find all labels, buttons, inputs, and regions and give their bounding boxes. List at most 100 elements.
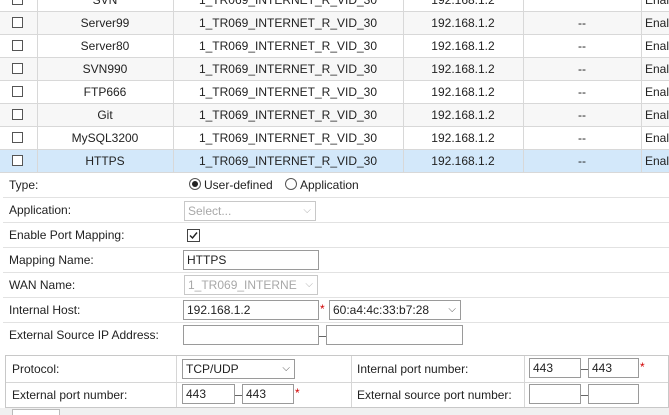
internal-host-mac-select[interactable]: 60:a4:4c:33:b7:28 ⌵ [329,300,461,320]
row-checkbox[interactable] [12,132,23,143]
divider [524,356,525,407]
required-star: * [640,360,645,374]
internal-host-row: Internal Host: 192.168.1.2 * 60:a4:4c:33… [3,298,669,323]
row-enable: Enal [645,154,669,168]
row-enable: Enal [645,0,669,7]
wan-name-label: WAN Name: [9,278,76,292]
type-user-defined-label[interactable]: User-defined [204,173,273,197]
row-checkbox[interactable] [12,155,23,166]
protocol-label: Protocol: [12,362,60,376]
required-star: * [295,386,300,400]
table-row[interactable]: MySQL3200 1_TR069_INTERNET_R_VID_30 192.… [0,127,669,150]
row-enable: Enal [645,108,669,122]
external-source-port-label: External source port number: [357,388,512,402]
row-name: MySQL3200 [37,127,174,149]
checkmark-icon [189,232,198,240]
internal-host-input[interactable]: 192.168.1.2 [183,300,319,320]
table-row[interactable]: Server80 1_TR069_INTERNET_R_VID_30 192.1… [0,35,669,58]
application-row: Application: Select... ⌵ [3,198,669,223]
table-row[interactable]: SVN 1_TR069_INTERNET_R_VID_30 192.168.1.… [0,0,669,12]
row-checkbox[interactable] [12,0,23,5]
row-source: -- [523,81,642,103]
radio-selected-dot [192,181,198,187]
external-source-ip-row: External Source IP Address: [3,323,669,348]
internal-host-mac-value: 60:a4:4c:33:b7:28 [333,303,430,317]
row-source: -- [523,58,642,80]
external-port-start-input[interactable]: 443 [182,384,235,404]
mapping-name-row: Mapping Name: HTTPS [3,248,669,273]
enable-port-mapping-checkbox[interactable] [187,229,200,242]
table-row-selected[interactable]: HTTPS 1_TR069_INTERNET_R_VID_30 192.168.… [0,150,669,173]
row-wan: 1_TR069_INTERNET_R_VID_30 [173,81,404,103]
chevron-down-icon: ⌵ [282,363,290,374]
row-wan: 1_TR069_INTERNET_R_VID_30 [173,150,404,172]
row-enable: Enal [645,85,669,99]
table-row[interactable]: Server99 1_TR069_INTERNET_R_VID_30 192.1… [0,12,669,35]
external-source-port-start-input[interactable] [529,384,581,404]
wan-name-row: WAN Name: 1_TR069_INTERNE ⌵ [3,273,669,298]
row-name: SVN [37,0,174,11]
row-checkbox[interactable] [12,63,23,74]
port-settings-box: Protocol: TCP/UDP ⌵ Internal port number… [5,355,669,408]
row-ip: 192.168.1.2 [403,12,524,34]
mapping-name-input[interactable]: HTTPS [183,250,319,270]
type-user-defined-radio[interactable] [189,178,201,190]
row-ip: 192.168.1.2 [403,81,524,103]
row-name: FTP666 [37,81,174,103]
application-select[interactable]: Select... ⌵ [184,201,316,221]
external-port-end-input[interactable]: 443 [242,384,294,404]
row-checkbox[interactable] [12,40,23,51]
row-wan: 1_TR069_INTERNET_R_VID_30 [173,35,404,57]
row-source [523,0,642,11]
row-enable: Enal [645,16,669,30]
protocol-select[interactable]: TCP/UDP ⌵ [182,359,295,379]
row-ip: 192.168.1.2 [403,150,524,172]
table-row[interactable]: Git 1_TR069_INTERNET_R_VID_30 192.168.1.… [0,104,669,127]
row-ip: 192.168.1.2 [403,58,524,80]
table-row[interactable]: FTP666 1_TR069_INTERNET_R_VID_30 192.168… [0,81,669,104]
type-row: Type: User-defined Application [3,173,669,198]
internal-port-end-input[interactable]: 443 [588,358,639,378]
chevron-down-icon: ⌵ [448,304,456,315]
external-port-label: External port number: [12,388,128,402]
divider [351,356,352,407]
row-checkbox[interactable] [12,109,23,120]
row-name: Git [37,104,174,126]
internal-port-start-input[interactable]: 443 [529,358,581,378]
divider [176,356,177,407]
external-source-port-end-input[interactable] [588,384,639,404]
type-application-label[interactable]: Application [300,173,359,197]
row-wan: 1_TR069_INTERNET_R_VID_30 [173,104,404,126]
row-checkbox[interactable] [12,86,23,97]
external-source-ip-start-input[interactable] [183,325,319,345]
row-name: SVN990 [37,58,174,80]
row-wan: 1_TR069_INTERNET_R_VID_30 [173,0,404,11]
row-source: -- [523,12,642,34]
internal-host-label: Internal Host: [9,303,81,317]
wan-name-select-value: 1_TR069_INTERNE [188,278,297,292]
internal-port-label: Internal port number: [357,362,469,376]
row-wan: 1_TR069_INTERNET_R_VID_30 [173,58,404,80]
bottom-button-partial[interactable] [12,409,60,415]
type-application-radio[interactable] [285,178,297,190]
enable-row: Enable Port Mapping: [3,223,669,248]
row-name: Server99 [37,12,174,34]
protocol-select-value: TCP/UDP [186,362,239,376]
mapping-name-label: Mapping Name: [9,253,94,267]
row-name: Server80 [37,35,174,57]
table-row[interactable]: SVN990 1_TR069_INTERNET_R_VID_30 192.168… [0,58,669,81]
external-source-ip-label: External Source IP Address: [9,328,159,342]
row-wan: 1_TR069_INTERNET_R_VID_30 [173,127,404,149]
row-source: -- [523,104,642,126]
chevron-down-icon: ⌵ [305,279,313,290]
external-source-ip-end-input[interactable] [326,325,463,345]
application-label: Application: [9,203,72,217]
row-checkbox[interactable] [12,17,23,28]
row-name: HTTPS [37,150,174,172]
row-enable: Enal [645,39,669,53]
enable-port-mapping-label: Enable Port Mapping: [9,228,125,242]
wan-name-select[interactable]: 1_TR069_INTERNE ⌵ [184,275,318,295]
row-wan: 1_TR069_INTERNET_R_VID_30 [173,12,404,34]
chevron-down-icon: ⌵ [303,205,311,216]
row-source: -- [523,35,642,57]
